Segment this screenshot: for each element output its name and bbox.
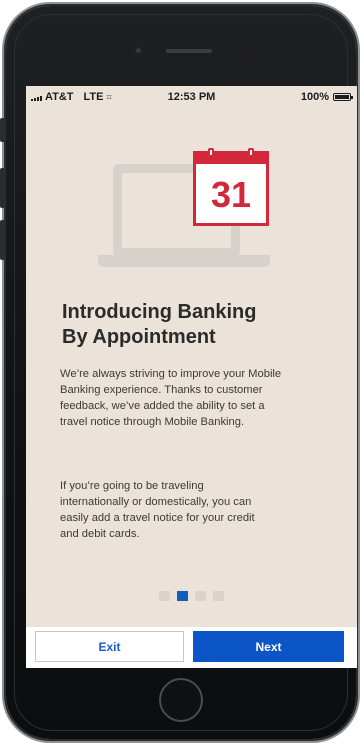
calendar-header <box>193 151 269 164</box>
page-dot[interactable] <box>159 591 170 601</box>
calendar-icon: 31 <box>193 148 269 226</box>
page-dot[interactable] <box>195 591 206 601</box>
calendar-ring-right <box>248 148 254 157</box>
page-title-line-1: Introducing Banking <box>62 301 257 323</box>
intro-paragraph-1-line: We’re always striving to improve your Mo… <box>60 368 282 380</box>
intro-paragraph-1-line: Banking experience. Thanks to customer <box>60 384 263 396</box>
intro-paragraph-1-line: travel notice through Mobile Banking. <box>60 416 245 428</box>
page-dot-active[interactable] <box>177 591 188 601</box>
status-right: 100% <box>300 91 353 103</box>
volume-up-button <box>0 168 5 208</box>
page-title: Introducing Banking By Appointment <box>62 300 332 350</box>
page-dot[interactable] <box>213 591 224 601</box>
battery-percent: 100% <box>300 91 329 103</box>
volume-down-button <box>0 220 5 260</box>
calendar-ring-left <box>208 148 214 157</box>
hero-illustration: 31 <box>98 148 273 276</box>
next-button[interactable]: Next <box>193 631 344 662</box>
intro-paragraph-2-line: internationally or domestically, you can <box>60 496 252 508</box>
status-bar: AT&T LTE ⌗ 12:53 PM 100% <box>26 86 357 108</box>
front-camera <box>135 47 142 54</box>
mute-switch <box>0 118 5 142</box>
intro-paragraph-2-line: easily add a travel notice for your cred… <box>60 512 255 524</box>
calendar-day-number: 31 <box>210 174 252 215</box>
earpiece-speaker <box>166 49 212 53</box>
laptop-base <box>98 255 270 267</box>
intro-paragraph-2-line: If you’re going to be traveling <box>60 480 204 492</box>
intro-paragraph-2-line: and debit cards. <box>60 528 140 540</box>
exit-button[interactable]: Exit <box>35 631 184 662</box>
intro-paragraph-1-line: feedback, we’ve added the ability to set… <box>60 400 265 412</box>
page-indicator <box>26 591 357 601</box>
intro-body: We’re always striving to improve your Mo… <box>60 350 344 558</box>
action-bar: Exit Next <box>26 627 357 668</box>
device-frame: AT&T LTE ⌗ 12:53 PM 100% 31 Introducing <box>0 0 364 745</box>
battery-icon <box>333 93 353 101</box>
home-button[interactable] <box>159 678 203 722</box>
page-title-line-2: By Appointment <box>62 326 216 348</box>
app-screen: AT&T LTE ⌗ 12:53 PM 100% 31 Introducing <box>26 86 357 668</box>
